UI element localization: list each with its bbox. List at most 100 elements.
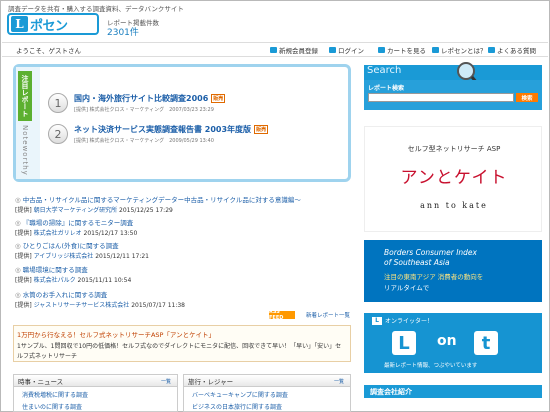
- news-date: 2015/11/11 10:54: [77, 277, 132, 284]
- rss-feed-button[interactable]: RSS FEED: [269, 309, 295, 321]
- noteworthy-tab: 注目レポート: [18, 71, 32, 121]
- noteworthy-title[interactable]: 国内・海外旅行サイト比較調査2006 販売: [74, 93, 226, 104]
- nav-register-label: 新規会員登録: [279, 47, 318, 55]
- ad3-footer: 最新レポート情報、つぶやいています: [384, 363, 478, 369]
- section-heading: 旅行・レジャー: [184, 375, 350, 387]
- nav-about[interactable]: レポセンとは？: [432, 45, 487, 55]
- news-meta: [提供] 朝日大学マーケティング研究所 2015/12/25 17:29: [15, 205, 351, 214]
- nav-login-label: ログイン: [338, 47, 364, 55]
- news-source[interactable]: 朝日大学マーケティング研究所: [34, 207, 118, 214]
- noteworthy-side-label: Noteworthy: [21, 125, 29, 176]
- logo-mark-icon: L: [372, 316, 382, 325]
- site-tagline: 調査データを共有・購入する調査資料、データバンクサイト: [8, 5, 184, 13]
- news-date: 2015/12/11 17:21: [95, 253, 149, 260]
- news-meta: [提供] 株式会社ガリレオ 2015/12/17 13:50: [15, 228, 351, 237]
- rank-number: 1: [48, 93, 68, 113]
- nav-cart-label: カートを見る: [387, 47, 426, 55]
- news-source-prefix: [提供]: [15, 277, 34, 284]
- ad3-header: L オンライッター！: [372, 316, 433, 325]
- nav-register[interactable]: 新規会員登録: [270, 45, 318, 55]
- ad-twitter[interactable]: L オンライッター！ L on t 最新レポート情報、つぶやいています: [364, 313, 542, 373]
- news-meta: [提供] 株式会社パルク 2015/11/11 10:54: [15, 275, 351, 284]
- news-source-prefix: [提供]: [15, 302, 34, 309]
- search-heading: Search: [364, 65, 542, 80]
- site-logo-icon: L: [392, 331, 416, 355]
- ad3-header-text: オンライッター！: [385, 318, 434, 325]
- ad3-on-text: on: [437, 333, 457, 349]
- news-title[interactable]: 職場環境に関する調査: [15, 264, 351, 274]
- logo-text: ポセン: [30, 18, 68, 34]
- section-item[interactable]: バーベキューキャンプに関する調査: [184, 390, 350, 399]
- nav-login[interactable]: ログイン: [329, 45, 364, 55]
- ad-subtitle: セルフ型ネットリサーチ ASP: [407, 145, 501, 153]
- news-date: 2015/12/17 13:50: [83, 230, 138, 237]
- ad-ann-to-kate[interactable]: セルフ型ネットリサーチ ASP アンとケイト ann to kate: [364, 126, 542, 232]
- noteworthy-meta: [提供] 株式会社クロス・マーケティング 2007/03/23 23:29: [74, 107, 214, 113]
- news-list-link[interactable]: 新着レポート一覧: [306, 311, 350, 319]
- search-button[interactable]: 検索: [516, 93, 538, 102]
- news-item: 中古品・リサイクル品に関するマーケティングデーター中古品・リサイクル品に対する意…: [15, 194, 351, 214]
- news-source[interactable]: 株式会社ガリレオ: [34, 230, 82, 237]
- noteworthy-sidebar: 注目レポート Noteworthy: [16, 67, 40, 179]
- section-news: 時事・ニュース 一覧 消費税増税に関する調査 住まいのに関する調査: [13, 374, 178, 412]
- news-meta: [提供] ジャストリサーチサービス株式会社 2015/07/17 11:38: [15, 300, 351, 309]
- ad2-title-line2: of Southeast Asia: [384, 258, 450, 267]
- news-item: ひとりごはん(外食)に関する調査 [提供] アイブリッジ株式会社 2015/12…: [15, 240, 351, 260]
- question-icon: [488, 47, 495, 53]
- rank-number: 2: [48, 124, 68, 144]
- site-logo[interactable]: L ポセン: [7, 13, 99, 35]
- news-source[interactable]: ジャストリサーチサービス株式会社: [34, 302, 130, 309]
- search-label: レポート検索: [368, 85, 405, 92]
- section-more-link[interactable]: 一覧: [161, 378, 171, 385]
- cart-icon: [378, 47, 385, 53]
- news-date: 2015/12/25 17:29: [119, 207, 173, 214]
- section-item[interactable]: 住まいのに関する調査: [14, 402, 177, 411]
- news-source[interactable]: 株式会社パルク: [34, 277, 76, 284]
- news-item: 水筒のお手入れに関する調査 [提供] ジャストリサーチサービス株式会社 2015…: [15, 289, 351, 309]
- news-source-prefix: [提供]: [15, 230, 34, 237]
- section-heading: 時事・ニュース: [14, 375, 177, 387]
- news-title[interactable]: ひとりごはん(外食)に関する調査: [15, 240, 351, 250]
- news-source[interactable]: アイブリッジ株式会社: [34, 253, 94, 260]
- ad2-title-line1: Borders Consumer Index: [384, 248, 477, 257]
- info-icon: [432, 47, 439, 53]
- nav-faq[interactable]: よくある質問: [488, 45, 536, 55]
- news-meta: [提供] アイブリッジ株式会社 2015/12/11 17:21: [15, 251, 351, 260]
- ad-brand-roman: ann to kate: [420, 201, 488, 210]
- promo-box[interactable]: 1万円から行なえる！セルフ式ネットリサーチASP「アンとケイト」 1サンプル、1…: [13, 325, 351, 362]
- section-item[interactable]: ビジネスの日本旅行に関する調査: [184, 402, 350, 411]
- ad2-text-line2: リアルタイムで: [384, 284, 430, 292]
- news-title[interactable]: 中古品・リサイクル品に関するマーケティングデーター中古品・リサイクル品に対する意…: [15, 194, 351, 204]
- sale-badge: 販売: [254, 125, 269, 134]
- news-item: 『職場の掃除』に関するモニター調査 [提供] 株式会社ガリレオ 2015/12/…: [15, 217, 351, 237]
- ad-brand: アンとケイト: [400, 168, 508, 188]
- company-section-heading: 調査会社紹介: [364, 385, 542, 398]
- section-travel: 旅行・レジャー 一覧 バーベキューキャンプに関する調査 ビジネスの日本旅行に関す…: [183, 374, 351, 412]
- ad2-text-line1: 注目の東南アジア 消費者の動向を: [384, 273, 484, 281]
- noteworthy-item[interactable]: 1 国内・海外旅行サイト比較調査2006 販売 [提供] 株式会社クロス・マーケテ…: [48, 93, 226, 113]
- sale-badge: 販売: [211, 94, 226, 103]
- promo-text: 1サンプル、1問回収で10円の低価格！セルフ式なのでダイレクトにモニタに配信、回…: [17, 343, 342, 360]
- ad-borders-consumer-index[interactable]: Borders Consumer Index of Southeast Asia…: [364, 240, 542, 302]
- news-title[interactable]: 水筒のお手入れに関する調査: [15, 289, 351, 299]
- login-icon: [329, 47, 336, 53]
- promo-title[interactable]: 1万円から行なえる！セルフ式ネットリサーチASP「アンとケイト」: [17, 329, 347, 339]
- noteworthy-title-text: ネット決済サービス実態調査報告書 2003年度版: [74, 125, 252, 134]
- nav-about-label: レポセンとは？: [441, 47, 487, 55]
- news-title[interactable]: 『職場の掃除』に関するモニター調査: [15, 217, 351, 227]
- section-more-link[interactable]: 一覧: [334, 378, 344, 385]
- logo-mark-icon: L: [11, 16, 28, 32]
- section-item[interactable]: 消費税増税に関する調査: [14, 390, 177, 399]
- report-count-value: 2301件: [107, 28, 139, 38]
- noteworthy-box: 注目レポート Noteworthy 1 国内・海外旅行サイト比較調査2006 販売…: [13, 64, 351, 182]
- search-input[interactable]: [368, 93, 514, 102]
- noteworthy-title-text: 国内・海外旅行サイト比較調査2006: [74, 94, 209, 103]
- noteworthy-item[interactable]: 2 ネット決済サービス実態調査報告書 2003年度版 販売 [提供] 株式会社クロ…: [48, 124, 269, 144]
- twitter-icon: t: [474, 331, 498, 355]
- noteworthy-title[interactable]: ネット決済サービス実態調査報告書 2003年度版 販売: [74, 124, 269, 135]
- welcome-text: ようこそ、ゲストさん: [16, 47, 81, 55]
- nav-cart[interactable]: カートを見る: [378, 45, 426, 55]
- news-source-prefix: [提供]: [15, 207, 34, 214]
- news-item: 職場環境に関する調査 [提供] 株式会社パルク 2015/11/11 10:54: [15, 264, 351, 284]
- news-date: 2015/07/17 11:38: [131, 302, 185, 309]
